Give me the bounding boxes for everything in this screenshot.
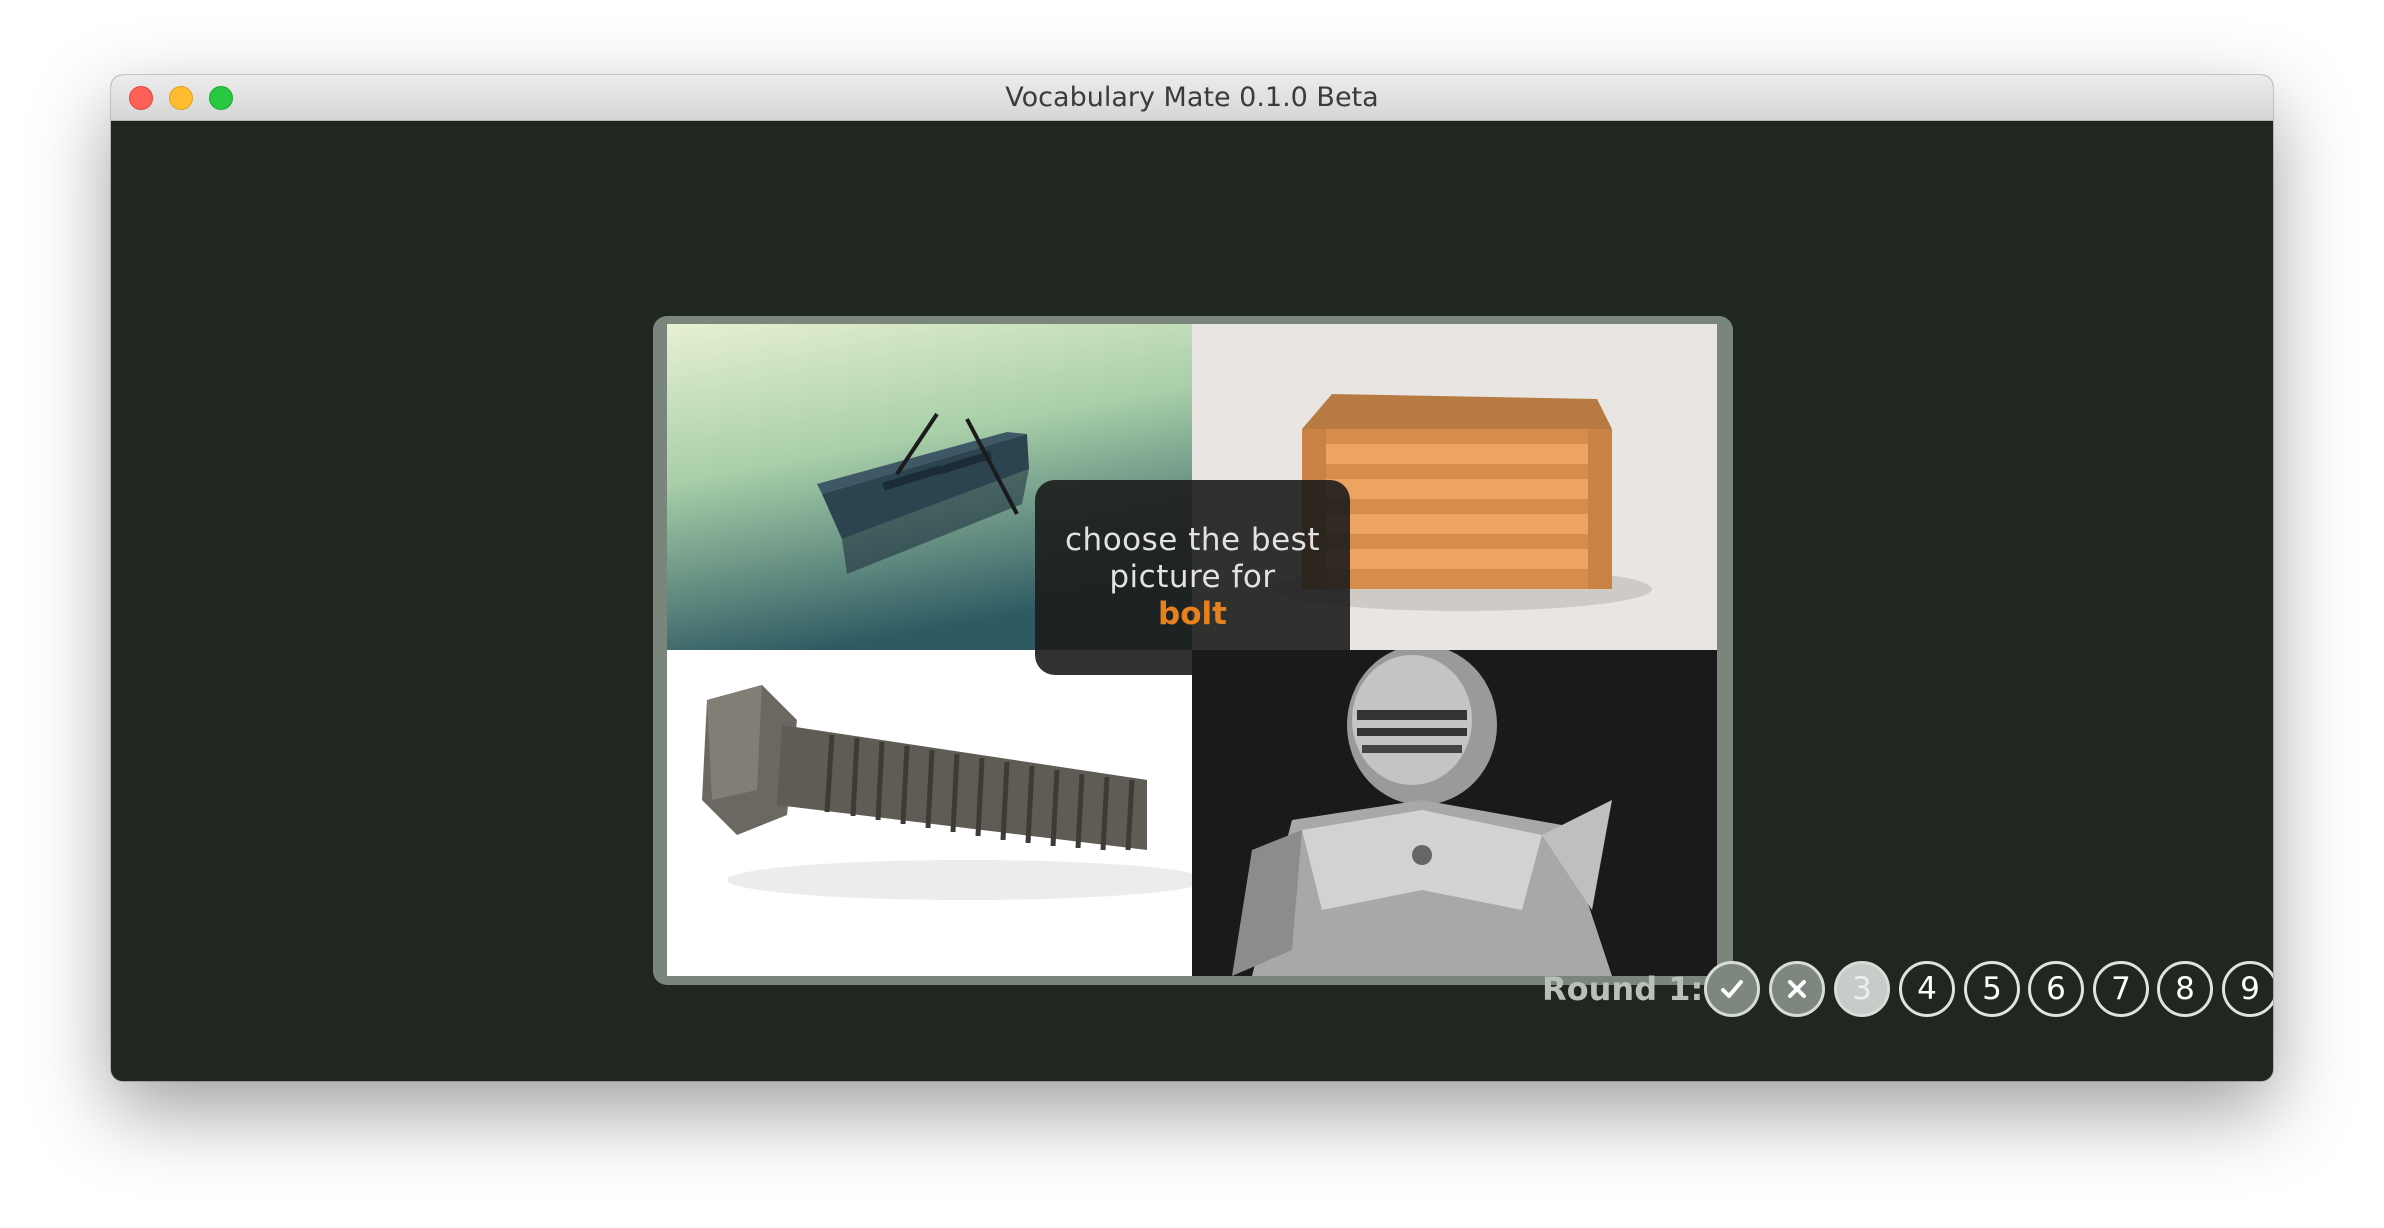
round-label: Round 1: (1542, 970, 1704, 1008)
round-step-3-current: 3 (1834, 961, 1890, 1017)
round-step-1-correct (1704, 961, 1760, 1017)
app-window: Vocabulary Mate 0.1.0 Beta choose the be… (111, 75, 2273, 1081)
cross-icon (1788, 980, 1806, 998)
target-word: bolt (1158, 596, 1227, 632)
round-step-7: 7 (2093, 961, 2149, 1017)
choice-tile-armor[interactable] (1192, 650, 1717, 976)
armor-image (1192, 650, 1717, 976)
check-icon (1721, 980, 1743, 998)
title-bar: Vocabulary Mate 0.1.0 Beta (111, 75, 2273, 121)
prompt-text-line1: choose the best (1065, 522, 1320, 558)
window-title: Vocabulary Mate 0.1.0 Beta (1005, 82, 1379, 113)
round-step-6: 6 (2028, 961, 2084, 1017)
quiz-area: choose the best picture for bolt Round 1… (111, 121, 2273, 1081)
round-step-9: 9 (2222, 961, 2273, 1017)
round-step-4: 4 (1899, 961, 1955, 1017)
prompt-text-line2: picture for (1109, 559, 1276, 595)
bolt-image (667, 650, 1192, 976)
round-progress: Round 1: 3 4 5 6 7 8 9 10 (1431, 959, 2273, 1019)
prompt-overlay: choose the best picture for bolt (1035, 480, 1350, 675)
round-step-8: 8 (2157, 961, 2213, 1017)
choice-tile-bolt[interactable] (667, 650, 1192, 976)
round-step-2-wrong (1769, 961, 1825, 1017)
round-step-5: 5 (1964, 961, 2020, 1017)
